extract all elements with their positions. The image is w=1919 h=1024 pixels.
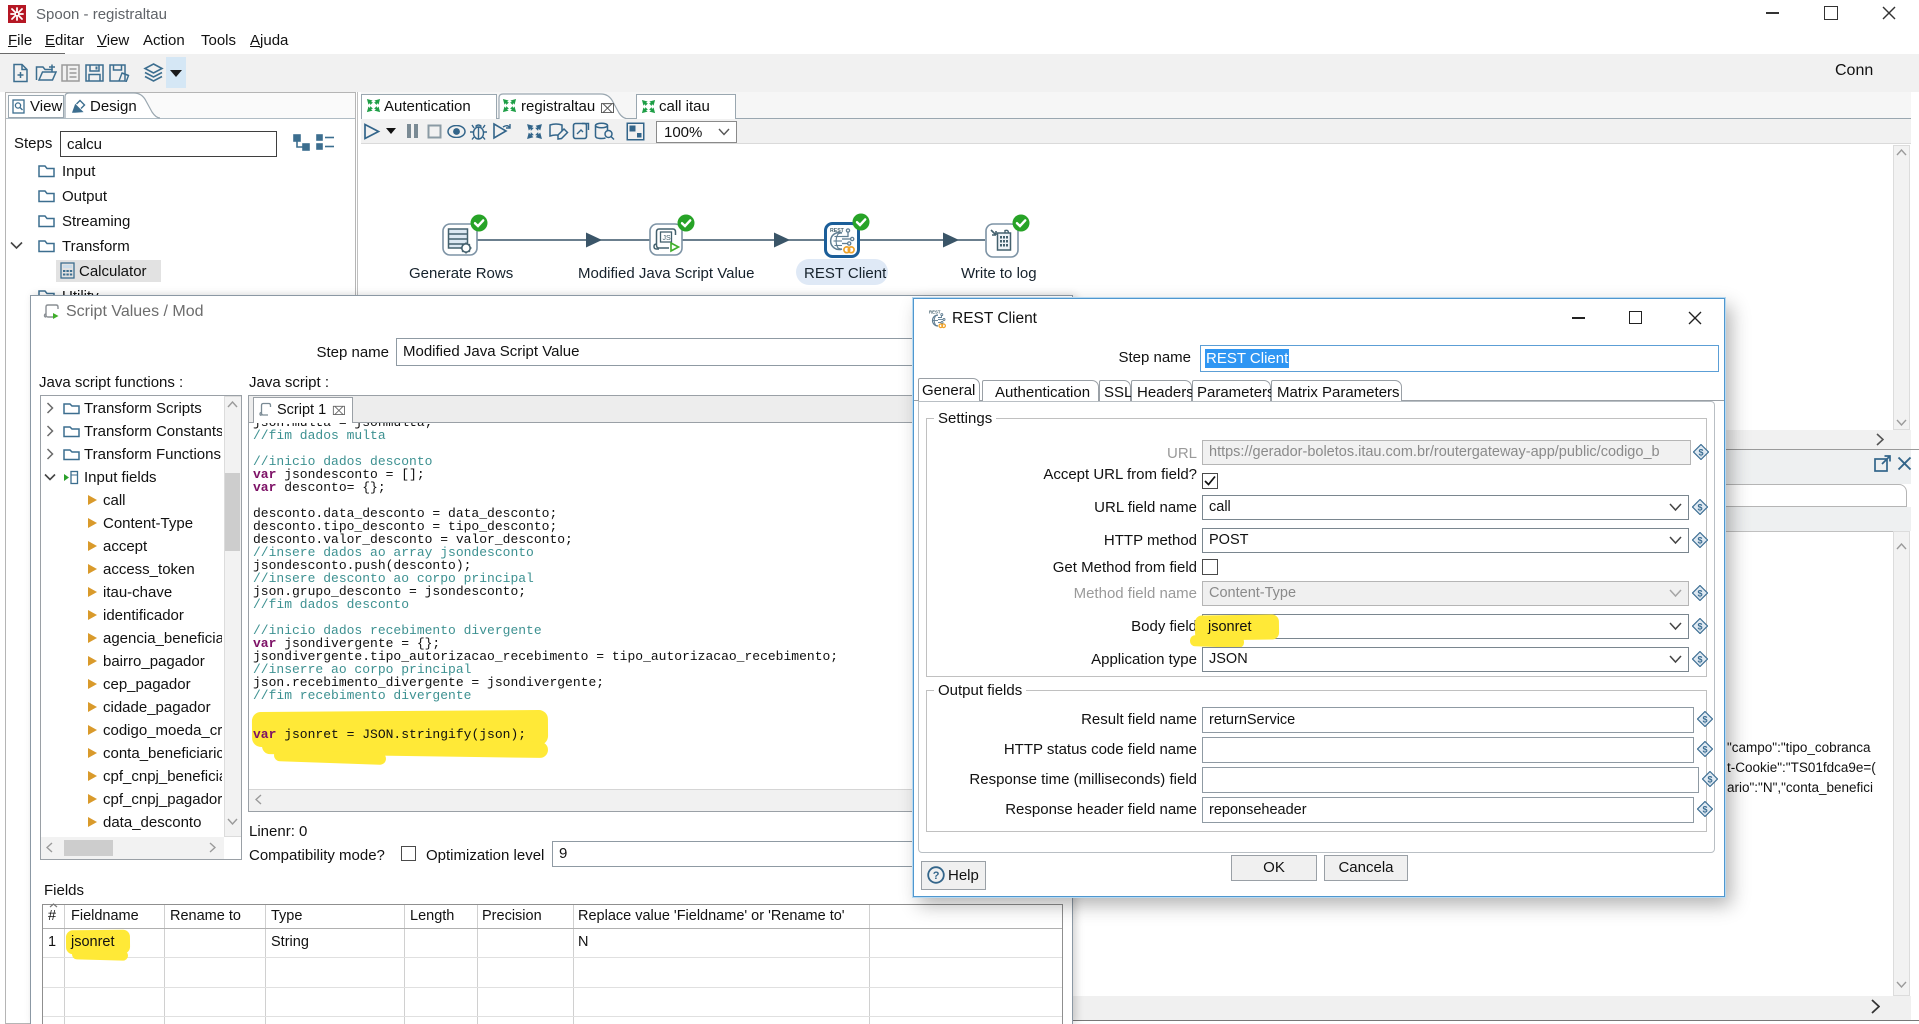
svg-text:$: $ (1703, 715, 1708, 725)
svg-text:$: $ (1698, 589, 1703, 599)
svg-text:$: $ (1698, 622, 1703, 632)
svg-text:JS: JS (663, 235, 672, 242)
svg-text:$: $ (1698, 536, 1703, 546)
svg-text:$: $ (1703, 805, 1708, 815)
svg-text:$: $ (1708, 775, 1713, 785)
svg-text:?: ? (933, 870, 940, 882)
svg-text:$: $ (1698, 503, 1703, 513)
svg-text:$: $ (1703, 745, 1708, 755)
svg-text:$: $ (1699, 448, 1704, 458)
svg-text:$: $ (1698, 655, 1703, 665)
svg-text:REST: REST (929, 310, 941, 315)
